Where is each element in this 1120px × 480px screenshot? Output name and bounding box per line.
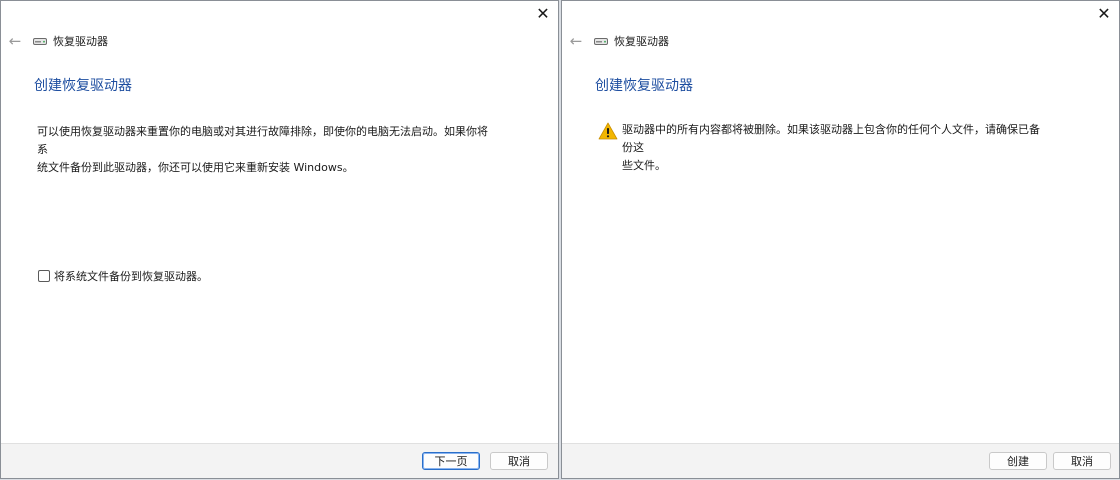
- footer-bar: 下一页 取消: [1, 443, 558, 478]
- back-arrow-icon: ←: [569, 32, 583, 50]
- cancel-button[interactable]: 取消: [490, 452, 548, 470]
- drive-icon: [594, 33, 610, 49]
- warning-text: 驱动器中的所有内容都将被删除。如果该驱动器上包含你的任何个人文件，请确保已备份这…: [622, 121, 1042, 175]
- nav-title: 恢复驱动器: [53, 35, 108, 48]
- next-button[interactable]: 下一页: [422, 452, 480, 470]
- warning-line-2: 些文件。: [622, 159, 666, 172]
- backup-system-files-option[interactable]: 将系统文件备份到恢复驱动器。: [38, 268, 208, 284]
- drive-icon: [33, 33, 49, 49]
- back-button[interactable]: ←: [566, 31, 586, 51]
- page-title: 创建恢复驱动器: [34, 78, 132, 94]
- back-arrow-icon: ←: [8, 32, 22, 50]
- warning-icon: [598, 122, 618, 142]
- nav-title: 恢复驱动器: [614, 35, 669, 48]
- page-title: 创建恢复驱动器: [595, 78, 693, 94]
- warning-line-1: 驱动器中的所有内容都将被删除。如果该驱动器上包含你的任何个人文件，请确保已备份这: [622, 123, 1040, 154]
- description: 可以使用恢复驱动器来重置你的电脑或对其进行故障排除，即使你的电脑无法启动。如果你…: [37, 123, 497, 177]
- create-button[interactable]: 创建: [989, 452, 1047, 470]
- recovery-drive-window-step1: ✕ ← 恢复驱动器 创建恢复驱动器 可以使用恢复驱动器来重置你的电脑或对其进行故…: [0, 0, 559, 479]
- warning-message: 驱动器中的所有内容都将被删除。如果该驱动器上包含你的任何个人文件，请确保已备份这…: [598, 121, 1048, 175]
- description-line-2: 统文件备份到此驱动器，你还可以使用它来重新安装 Windows。: [37, 161, 354, 174]
- nav-bar: ← 恢复驱动器: [1, 31, 558, 51]
- backup-system-files-checkbox[interactable]: [38, 270, 50, 282]
- footer-bar: 创建 取消: [562, 443, 1119, 478]
- close-icon: ✕: [536, 4, 550, 23]
- cancel-button[interactable]: 取消: [1053, 452, 1111, 470]
- close-button[interactable]: ✕: [530, 3, 556, 25]
- close-button[interactable]: ✕: [1091, 3, 1117, 25]
- close-icon: ✕: [1097, 4, 1111, 23]
- recovery-drive-window-step2: ✕ ← 恢复驱动器 创建恢复驱动器 驱动器中的所有内容都将被删除。如果该驱动器上…: [561, 0, 1120, 479]
- back-button[interactable]: ←: [5, 31, 25, 51]
- description-line-1: 可以使用恢复驱动器来重置你的电脑或对其进行故障排除，即使你的电脑无法启动。如果你…: [37, 125, 488, 156]
- backup-system-files-label[interactable]: 将系统文件备份到恢复驱动器。: [54, 268, 208, 284]
- nav-bar: ← 恢复驱动器: [562, 31, 1119, 51]
